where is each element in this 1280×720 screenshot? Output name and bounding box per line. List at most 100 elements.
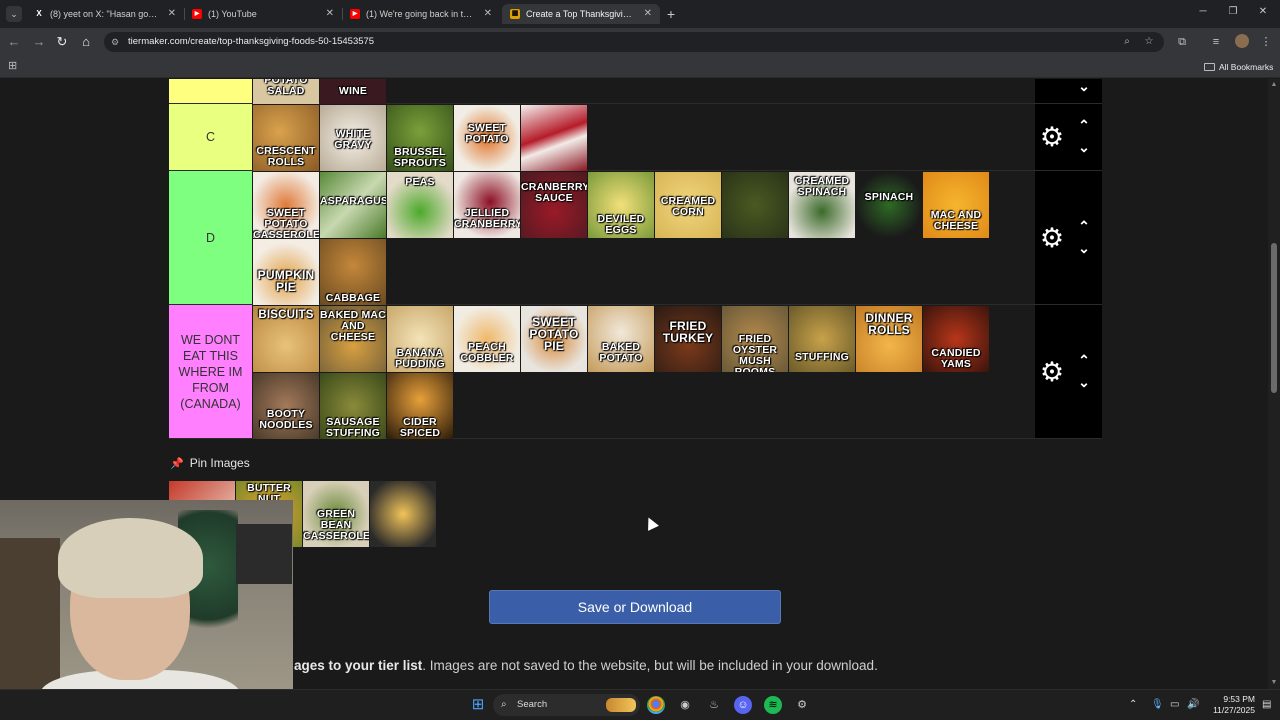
taskbar-search[interactable]: ⌕ Search (493, 694, 640, 716)
forward-icon[interactable]: → (31, 34, 47, 50)
tab-x[interactable]: X (8) yeet on X: "Hasan goes at it ✕ (26, 4, 184, 24)
tier-item[interactable]: JELLIED CRANBERRY (454, 172, 520, 238)
tier-label[interactable]: C (169, 104, 252, 170)
tier-label[interactable]: D (169, 171, 252, 304)
chevron-up-icon[interactable]: ⌃ (1075, 118, 1093, 132)
close-icon[interactable]: ✕ (644, 4, 652, 24)
tier-item[interactable]: BANANA PUDDING (387, 306, 453, 372)
chevron-down-icon[interactable]: ⌄ (1075, 140, 1093, 154)
chevron-down-icon[interactable]: ⌄ (1075, 79, 1093, 93)
apps-icon[interactable]: ⊞ (8, 61, 19, 72)
tier-label[interactable]: WE DONT EAT THIS WHERE IM FROM (CANADA) (169, 305, 252, 438)
tier-item[interactable]: SWEET POTATO CASSEROLE (253, 172, 319, 238)
gear-icon[interactable]: ⚙ (1039, 124, 1065, 151)
close-icon[interactable]: ✕ (168, 4, 176, 24)
tab-search-menu-icon[interactable]: ⌄ (6, 6, 22, 22)
tray-overflow-icon[interactable]: ⌃ (1129, 698, 1137, 712)
tier-item[interactable]: BAKED MAC AND CHEESE (320, 306, 386, 372)
url-bar[interactable]: ⚙ tiermaker.com/create/top-thanksgiving-… (104, 32, 1164, 52)
tier-item[interactable]: PEAS (387, 172, 453, 238)
volume-icon[interactable]: 🔊 (1187, 698, 1199, 712)
tier-item[interactable]: SWEET POTATO (454, 105, 520, 171)
tier-item[interactable]: BISCUITS (253, 306, 319, 372)
bookmark-star-icon[interactable]: ☆ (1142, 35, 1156, 49)
new-tab-button[interactable]: + (664, 5, 678, 23)
chevron-up-icon[interactable]: ⌃ (1075, 353, 1093, 367)
microphone-icon[interactable]: 🎙 (1151, 698, 1164, 712)
tier-item[interactable]: ASPARAGUS (320, 172, 386, 238)
tier-item[interactable]: SWEET POTATO PIE (521, 306, 587, 372)
tier-item[interactable]: PUMPKIN PIE (253, 239, 319, 305)
steam-icon[interactable]: ♨ (705, 696, 723, 714)
tab-tiermaker[interactable]: ▦ Create a Top Thanksgiving Foo ✕ (502, 4, 660, 24)
scroll-down-icon[interactable]: ▼ (1270, 679, 1278, 687)
clock[interactable]: 9:53 PM 11/27/2025 (1205, 694, 1255, 716)
tier-item[interactable]: CRESCENT ROLLS (253, 105, 319, 171)
youtube-icon: ▶ (192, 9, 202, 19)
tier-item[interactable]: DINNER ROLLS (856, 306, 922, 372)
reload-icon[interactable]: ↻ (54, 34, 70, 50)
gear-icon[interactable]: ⚙ (1039, 225, 1065, 252)
home-icon[interactable]: ⌂ (78, 34, 94, 50)
page-scrollbar[interactable]: ▲ ▼ (1268, 79, 1280, 689)
spotify-icon[interactable]: ≋ (764, 696, 782, 714)
chrome-icon[interactable] (647, 696, 665, 714)
chevron-down-icon[interactable]: ⌄ (1075, 375, 1093, 389)
menu-icon[interactable]: ⋮ (1258, 34, 1274, 50)
discord-icon[interactable]: ☺ (734, 696, 752, 714)
settings-icon[interactable]: ⚙ (793, 696, 811, 714)
chevron-up-icon[interactable]: ⌃ (1075, 219, 1093, 233)
tier-item[interactable]: CANDIED YAMS (923, 306, 989, 372)
tier-item[interactable]: CREAMED CORN (655, 172, 721, 238)
tier-item[interactable]: SAUSAGE STUFFING (320, 373, 386, 439)
media-icon[interactable]: ≡ (1208, 34, 1224, 50)
all-bookmarks[interactable]: All Bookmarks (1204, 60, 1273, 74)
windows-start-icon[interactable]: ⊞ (469, 696, 487, 714)
site-info-icon[interactable]: ⚙ (110, 37, 120, 47)
tier-item[interactable]: CRANBERRY SAUCE (521, 172, 587, 238)
tab-youtube-video[interactable]: ▶ (1) We're going back in time to ✕ (342, 4, 500, 24)
gear-icon[interactable]: ⚙ (1039, 359, 1065, 386)
network-icon[interactable]: ▭ (1170, 698, 1179, 712)
mouse-cursor (643, 514, 659, 531)
tier-item[interactable]: FRIED OYSTER MUSH ROOMS (722, 306, 788, 372)
tier-item[interactable]: STUFFING (789, 306, 855, 372)
tier-item[interactable] (521, 105, 587, 171)
tier-item[interactable]: CREAMED SPINACH (789, 172, 855, 238)
tab-youtube[interactable]: ▶ (1) YouTube ✕ (184, 4, 342, 24)
tier-item[interactable]: CABBAGE (320, 239, 386, 305)
scroll-up-icon[interactable]: ▲ (1270, 81, 1278, 89)
tier-label[interactable] (169, 79, 252, 103)
restore-icon[interactable]: ❐ (1226, 6, 1240, 17)
close-icon[interactable]: ✕ (326, 4, 334, 24)
tier-item[interactable]: CIDER SPICED (387, 373, 453, 439)
obs-icon[interactable]: ◉ (676, 696, 694, 714)
close-window-icon[interactable]: ✕ (1256, 6, 1270, 17)
notification-icon[interactable]: ▤ (1262, 698, 1271, 712)
zoom-icon[interactable]: ⌕ (1120, 35, 1134, 49)
tier-item[interactable]: SPINACH (856, 172, 922, 238)
chevron-down-icon[interactable]: ⌄ (1075, 241, 1093, 255)
scrollbar-thumb[interactable] (1271, 243, 1277, 393)
tier-item[interactable]: MAC AND CHEESE (923, 172, 989, 238)
tier-item[interactable]: FRIED TURKEY (655, 306, 721, 372)
address-bar-row: ← → ↻ ⌂ ⚙ tiermaker.com/create/top-thank… (0, 28, 1280, 56)
save-or-download-button[interactable]: Save or Download (489, 590, 781, 624)
tier-item[interactable]: BOOTY NOODLES (253, 373, 319, 439)
minimize-icon[interactable]: ─ (1196, 6, 1210, 17)
close-icon[interactable]: ✕ (484, 4, 492, 24)
url-text: tiermaker.com/create/top-thanksgiving-fo… (128, 36, 375, 47)
tier-item[interactable]: BRUSSEL SPROUTS (387, 105, 453, 171)
tier-item[interactable] (722, 172, 788, 238)
tier-item[interactable]: DEVILED EGGS (588, 172, 654, 238)
pin-item[interactable]: GREEN BEAN CASSEROLE (303, 481, 369, 547)
tier-item[interactable]: BAKED POTATO (588, 306, 654, 372)
tier-item[interactable]: WHITE GRAVY (320, 105, 386, 171)
pin-item[interactable] (370, 481, 436, 547)
extensions-icon[interactable]: ⧉ (1174, 34, 1190, 50)
tier-item[interactable]: POTATO SALAD (253, 79, 319, 104)
tier-item[interactable]: WINE (320, 79, 386, 104)
profile-avatar[interactable] (1235, 34, 1249, 48)
back-icon[interactable]: ← (6, 34, 22, 50)
tier-item[interactable]: PEACH COBBLER (454, 306, 520, 372)
